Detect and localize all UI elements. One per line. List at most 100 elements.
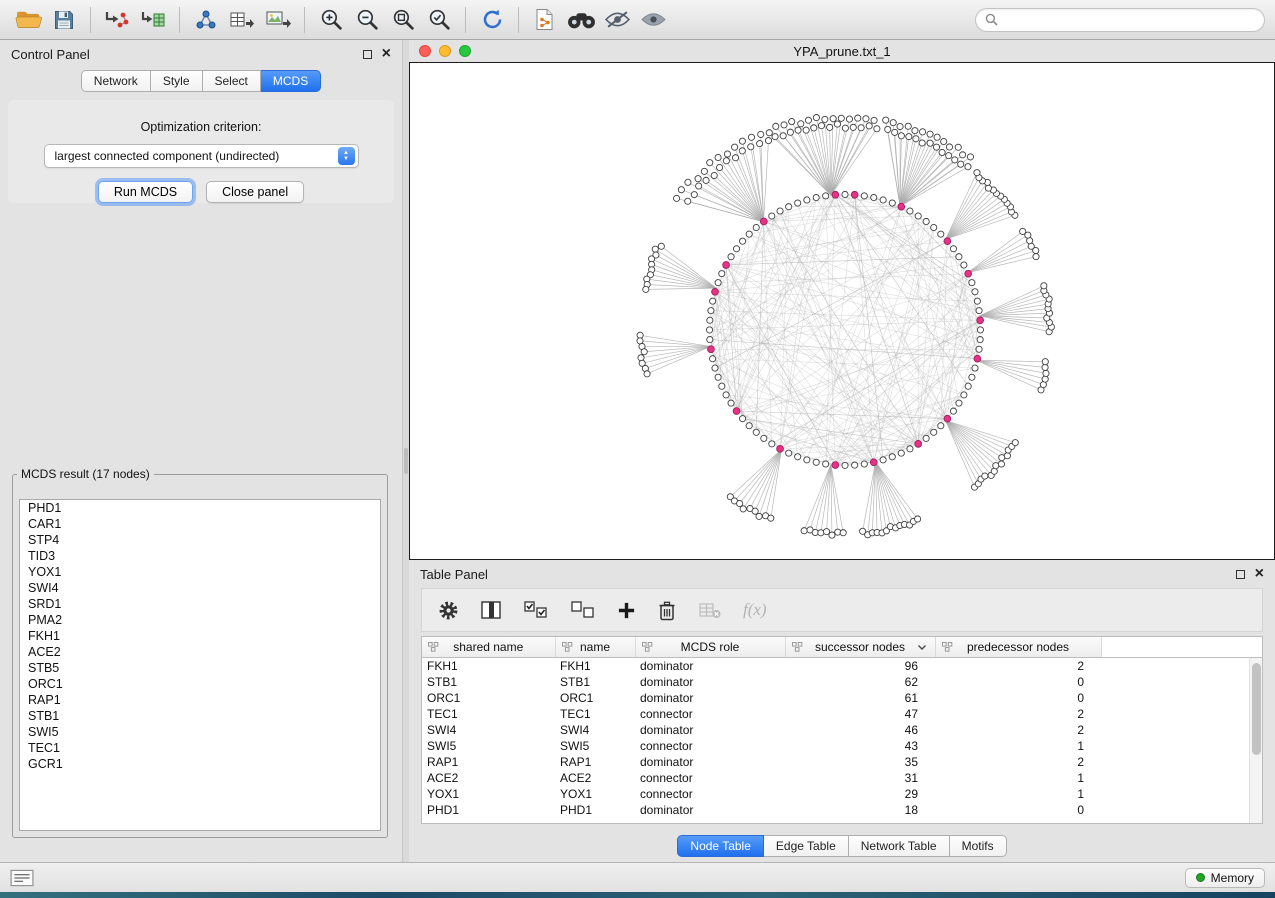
mcds-result-item[interactable]: CAR1 — [20, 516, 380, 532]
cell-predecessor-nodes[interactable]: 2 — [935, 754, 1101, 770]
mcds-result-list[interactable]: PHD1CAR1STP4TID3YOX1SWI4SRD1PMA2FKH1ACE2… — [19, 499, 381, 831]
table-row[interactable]: TEC1TEC1connector472 — [422, 706, 1262, 722]
window-minimize-button[interactable] — [439, 45, 451, 57]
mcds-result-item[interactable]: SWI5 — [20, 724, 380, 740]
mcds-result-item[interactable]: TEC1 — [20, 740, 380, 756]
cell-name[interactable]: YOX1 — [555, 786, 635, 802]
tab-mcds[interactable]: MCDS — [261, 70, 321, 92]
cell-successor-nodes[interactable]: 43 — [785, 738, 935, 754]
cell-shared-name[interactable]: SWI5 — [422, 738, 555, 754]
cell-mcds-role[interactable]: dominator — [635, 722, 785, 738]
refresh-layout-button[interactable] — [474, 4, 510, 36]
float-table-panel-icon[interactable] — [1236, 570, 1245, 579]
cell-name[interactable]: FKH1 — [555, 657, 635, 674]
cell-mcds-role[interactable]: dominator — [635, 754, 785, 770]
search-input[interactable] — [1004, 13, 1255, 27]
zoom-in-button[interactable] — [313, 4, 349, 36]
mcds-result-item[interactable]: STP4 — [20, 532, 380, 548]
table-row[interactable]: ACE2ACE2connector311 — [422, 770, 1262, 786]
float-panel-icon[interactable] — [363, 50, 372, 59]
table-row[interactable]: RAP1RAP1dominator352 — [422, 754, 1262, 770]
cell-mcds-role[interactable]: dominator — [635, 657, 785, 674]
cell-predecessor-nodes[interactable]: 2 — [935, 706, 1101, 722]
close-mcds-panel-button[interactable]: Close panel — [206, 181, 304, 203]
cell-name[interactable]: STB1 — [555, 674, 635, 690]
memory-button[interactable]: Memory — [1185, 868, 1265, 888]
mcds-result-item[interactable]: TID3 — [20, 548, 380, 564]
zoom-fit-button[interactable] — [385, 4, 421, 36]
cell-name[interactable]: SWI4 — [555, 722, 635, 738]
delete-table-button[interactable] — [698, 600, 722, 620]
window-close-button[interactable] — [419, 45, 431, 57]
table-row[interactable]: SWI4SWI4dominator462 — [422, 722, 1262, 738]
tab-motifs[interactable]: Motifs — [950, 835, 1007, 857]
delete-column-button[interactable] — [657, 599, 677, 622]
cell-mcds-role[interactable]: dominator — [635, 674, 785, 690]
table-settings-button[interactable] — [438, 600, 459, 621]
new-network-button[interactable] — [188, 4, 224, 36]
table-row[interactable]: SWI5SWI5connector431 — [422, 738, 1262, 754]
mcds-result-item[interactable]: STB5 — [20, 660, 380, 676]
cell-mcds-role[interactable]: connector — [635, 770, 785, 786]
task-history-button[interactable] — [10, 869, 34, 887]
tab-select[interactable]: Select — [203, 70, 261, 92]
table-scrollbar[interactable] — [1249, 658, 1262, 823]
cell-predecessor-nodes[interactable]: 2 — [935, 722, 1101, 738]
tab-edge-table[interactable]: Edge Table — [764, 835, 849, 857]
cell-successor-nodes[interactable]: 96 — [785, 657, 935, 674]
table-scrollbar-thumb[interactable] — [1252, 663, 1261, 755]
save-session-button[interactable] — [46, 4, 82, 36]
select-all-button[interactable] — [523, 600, 549, 620]
toolbar-search[interactable] — [975, 8, 1265, 32]
tab-style[interactable]: Style — [151, 70, 203, 92]
cell-shared-name[interactable]: STB1 — [422, 674, 555, 690]
mcds-result-item[interactable]: STB1 — [20, 708, 380, 724]
show-columns-button[interactable] — [480, 600, 502, 620]
function-builder-button[interactable]: f(x) — [743, 600, 767, 620]
cell-successor-nodes[interactable]: 31 — [785, 770, 935, 786]
tab-network[interactable]: Network — [81, 70, 151, 92]
mcds-result-item[interactable]: GCR1 — [20, 756, 380, 772]
tab-node-table[interactable]: Node Table — [677, 835, 764, 857]
column-header-predecessor-nodes[interactable]: predecessor nodes — [935, 637, 1101, 657]
cell-shared-name[interactable]: YOX1 — [422, 786, 555, 802]
cell-successor-nodes[interactable]: 47 — [785, 706, 935, 722]
cell-shared-name[interactable]: TEC1 — [422, 706, 555, 722]
cell-predecessor-nodes[interactable]: 2 — [935, 657, 1101, 674]
zoom-out-button[interactable] — [349, 4, 385, 36]
mcds-result-item[interactable]: ACE2 — [20, 644, 380, 660]
column-header-name[interactable]: name — [555, 637, 635, 657]
cell-mcds-role[interactable]: connector — [635, 786, 785, 802]
add-column-button[interactable] — [617, 601, 636, 620]
mcds-result-item[interactable]: ORC1 — [20, 676, 380, 692]
cell-name[interactable]: ACE2 — [555, 770, 635, 786]
cell-predecessor-nodes[interactable]: 1 — [935, 738, 1101, 754]
cell-successor-nodes[interactable]: 35 — [785, 754, 935, 770]
table-row[interactable]: ORC1ORC1dominator610 — [422, 690, 1262, 706]
hide-graphics-button[interactable] — [599, 4, 635, 36]
unselect-all-button[interactable] — [570, 600, 596, 620]
mcds-result-item[interactable]: RAP1 — [20, 692, 380, 708]
cell-shared-name[interactable]: ORC1 — [422, 690, 555, 706]
import-table-button[interactable] — [135, 4, 171, 36]
cell-name[interactable]: ORC1 — [555, 690, 635, 706]
cell-name[interactable]: SWI5 — [555, 738, 635, 754]
cell-successor-nodes[interactable]: 29 — [785, 786, 935, 802]
column-header-shared-name[interactable]: shared name — [422, 637, 555, 657]
close-panel-icon[interactable]: × — [382, 49, 391, 59]
close-table-panel-icon[interactable]: × — [1255, 569, 1264, 579]
show-graphics-button[interactable] — [635, 4, 671, 36]
cell-successor-nodes[interactable]: 18 — [785, 802, 935, 818]
zoom-selected-button[interactable] — [421, 4, 457, 36]
search-network-button[interactable] — [563, 4, 599, 36]
column-header-MCDS-role[interactable]: MCDS role — [635, 637, 785, 657]
cell-mcds-role[interactable]: dominator — [635, 802, 785, 818]
cell-predecessor-nodes[interactable]: 0 — [935, 690, 1101, 706]
mcds-result-item[interactable]: SWI4 — [20, 580, 380, 596]
open-session-button[interactable] — [10, 4, 46, 36]
table-row[interactable]: PHD1PHD1dominator180 — [422, 802, 1262, 818]
window-maximize-button[interactable] — [459, 45, 471, 57]
network-from-clipboard-button[interactable] — [527, 4, 563, 36]
cell-predecessor-nodes[interactable]: 0 — [935, 674, 1101, 690]
cell-shared-name[interactable]: RAP1 — [422, 754, 555, 770]
